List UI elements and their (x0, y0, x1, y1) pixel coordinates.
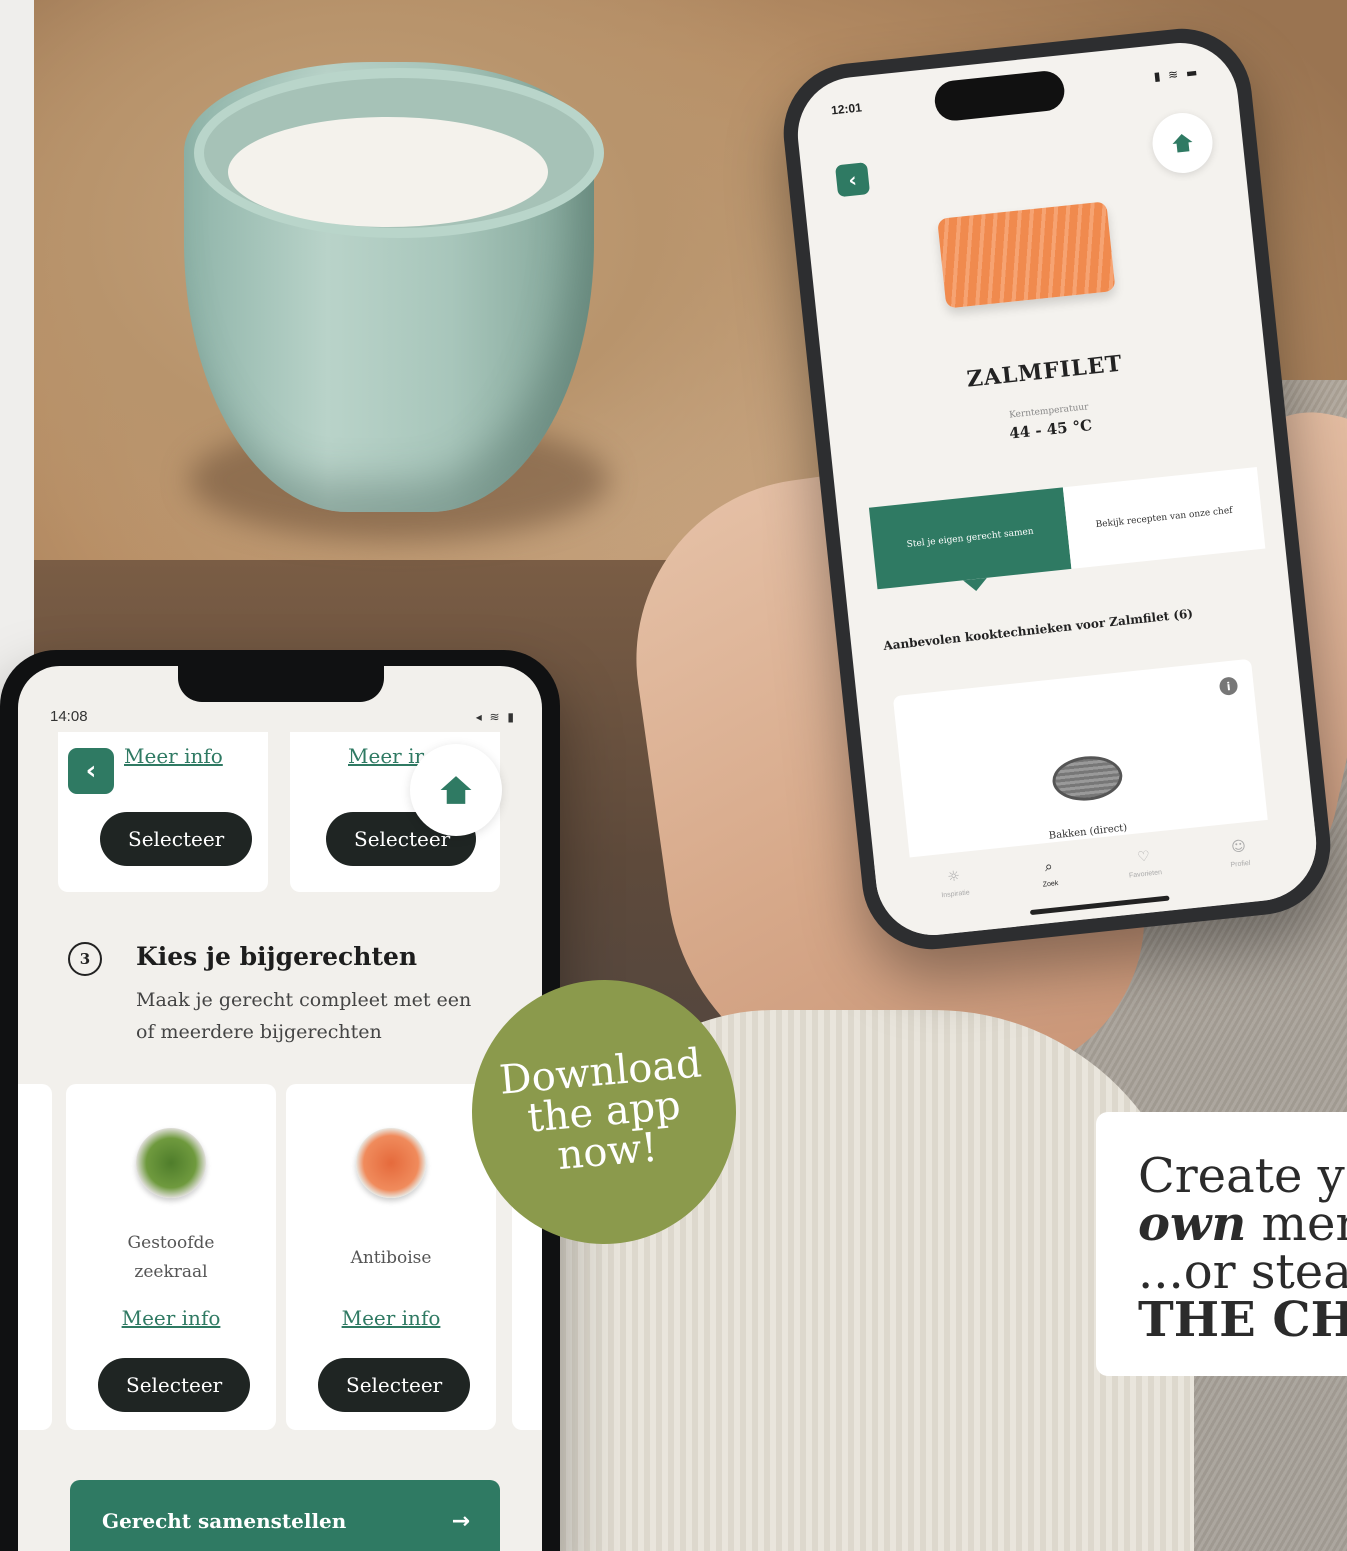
dynamic-island (932, 69, 1067, 123)
home-icon (1172, 134, 1193, 153)
promo-line: THE CHI (1138, 1292, 1347, 1348)
tab-own-dish[interactable]: Stel je eigen gerecht samen (868, 487, 1072, 590)
compose-dish-label: Gerecht samenstellen (102, 1509, 347, 1533)
tab-label: Favorieten (1128, 868, 1163, 880)
side-dish-name: Antiboise (350, 1247, 432, 1268)
promo-line: own mer (1138, 1200, 1347, 1248)
tab-chef-recipes[interactable]: Bekijk recepten van onze chef (1062, 466, 1266, 569)
sauce-image (356, 1128, 426, 1198)
side-dish-card-partial (18, 1084, 52, 1430)
status-icons: ▮ ≋ ▬ (1153, 64, 1200, 84)
status-time: 12:01 (830, 100, 863, 118)
tab-label: Zoek (1042, 879, 1059, 889)
more-info-link[interactable]: Meer info (66, 1306, 276, 1330)
back-button[interactable]: ‹ (834, 162, 871, 198)
tab-favorites[interactable]: ♡ Favorieten (1113, 845, 1176, 880)
select-button[interactable]: Selecteer (100, 812, 253, 866)
camera-notch (178, 666, 384, 702)
tab-profile[interactable]: ☺ Profiel (1208, 835, 1271, 870)
home-button[interactable] (410, 744, 502, 836)
lightbulb-icon: ☼ (946, 867, 961, 886)
status-icons: ◂ ≋ ▮ (475, 710, 516, 724)
promo-line: ...or steal (1138, 1244, 1347, 1300)
side-dish-card: Gestoofde zeekraal Meer info Selecteer (66, 1084, 276, 1430)
chevron-left-icon: ‹ (85, 756, 97, 786)
ceramic-cup (184, 62, 604, 512)
iphone-screen: 12:01 ▮ ≋ ▬ ‹ ZALMFILET Kerntemperatuur … (792, 37, 1322, 941)
tab-label: Profiel (1230, 859, 1251, 869)
back-button[interactable]: ‹ (68, 748, 114, 794)
salmon-fillet-image (937, 201, 1116, 309)
select-button[interactable]: Selecteer (318, 1358, 471, 1412)
more-info-link[interactable]: Meer info (286, 1306, 496, 1330)
step-number: 3 (68, 942, 102, 976)
side-dish-name: Gestoofde zeekraal (127, 1233, 215, 1282)
chevron-left-icon: ‹ (847, 167, 858, 193)
sea-vegetable-image (136, 1128, 206, 1198)
iphone-device: 12:01 ▮ ≋ ▬ ‹ ZALMFILET Kerntemperatuur … (776, 21, 1338, 957)
tab-inspiration[interactable]: ☼ Inspiratie (923, 865, 986, 900)
android-screen: 14:08 ◂ ≋ ▮ Meer info Selecteer Meer ir … (18, 666, 542, 1551)
select-button[interactable]: Selecteer (98, 1358, 251, 1412)
tab-label: Inspiratie (941, 888, 971, 899)
home-button[interactable] (1149, 110, 1216, 176)
step-description: Maak je gerecht compleet met een of meer… (136, 989, 472, 1044)
search-icon: ⌕ (1043, 858, 1054, 875)
mode-tabs: Stel je eigen gerecht samen Bekijk recep… (868, 466, 1266, 590)
status-time: 14:08 (50, 708, 88, 725)
tab-search[interactable]: ⌕ Zoek (1018, 855, 1081, 890)
step-title: Kies je bijgerechten (136, 942, 418, 971)
info-icon[interactable]: i (1218, 676, 1239, 697)
promo-card: Create y own mer ...or steal THE CHI (1096, 1112, 1347, 1376)
compose-dish-button[interactable]: Gerecht samenstellen → (70, 1480, 500, 1551)
heart-icon: ♡ (1136, 847, 1151, 866)
section-title: Aanbevolen kooktechnieken voor Zalmfilet… (882, 606, 1194, 653)
home-icon (440, 776, 472, 804)
side-dish-carousel[interactable]: Gestoofde zeekraal Meer info Selecteer A… (18, 1084, 542, 1434)
grill-icon (1050, 752, 1125, 804)
promo-line: Create y (1138, 1148, 1345, 1204)
user-icon: ☺ (1230, 837, 1247, 856)
side-dish-card: Antiboise Meer info Selecteer (286, 1084, 496, 1430)
arrow-right-icon: → (451, 1508, 470, 1534)
